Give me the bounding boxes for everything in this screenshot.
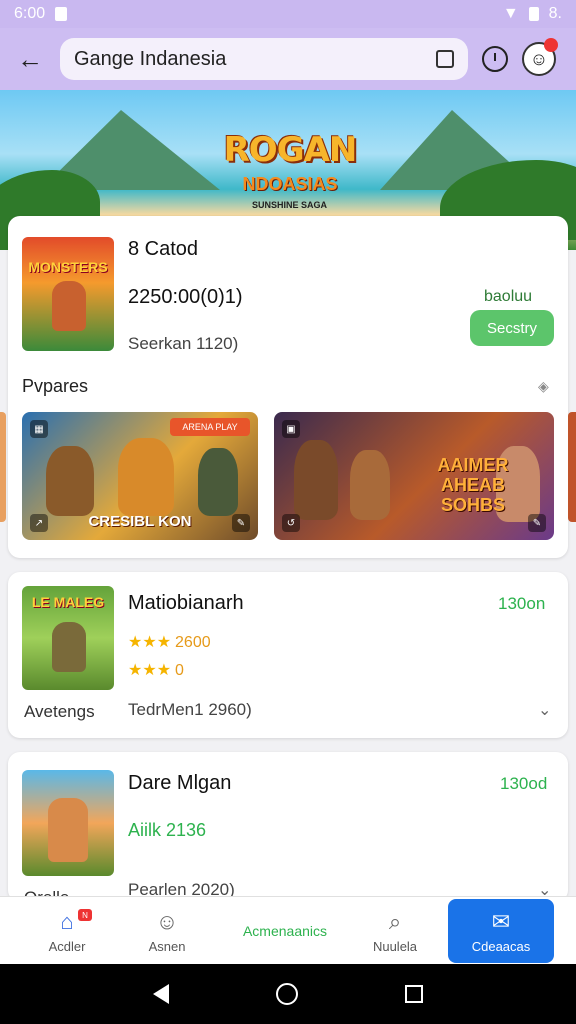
game-thumbnail[interactable] (22, 770, 114, 876)
nav-smiley[interactable]: ☺ Asnen (114, 897, 220, 965)
promo-banner[interactable]: ARENA PLAY ▦ ↗ ✎ CRESIBL KON (22, 412, 258, 540)
banner-title: AAIMER AHEAB SOHBS (437, 455, 509, 515)
back-arrow-icon[interactable]: ← (10, 39, 50, 79)
nav-home[interactable]: ⌂ Acdler (14, 897, 120, 965)
status-time: 6:00 (14, 5, 46, 22)
character-figure (118, 438, 174, 516)
battery-icon (528, 7, 539, 21)
status-bar: 6:00 ▼ 8. (0, 0, 576, 28)
rating-value: 0 (175, 662, 184, 679)
notification-icon (55, 7, 68, 21)
camera-icon[interactable]: ▣ (282, 420, 300, 438)
promo-banner[interactable]: ▣ ↺ ✎ AAIMER AHEAB SOHBS (274, 412, 554, 540)
banner-badge: ARENA PLAY (170, 418, 250, 436)
search-icon: ⌕ (388, 908, 402, 934)
rating-stars: ★★★ 2600 (128, 634, 211, 651)
nav-achievements[interactable]: Acmenaanics (226, 897, 344, 965)
character-figure (294, 440, 338, 520)
item-title: Dare Mlgan (128, 772, 232, 794)
hero-title: ROGAN (223, 130, 358, 170)
nav-inbox[interactable]: ✉ Cdeaacas (448, 899, 554, 963)
thumbnail-title: LE MALEG (31, 594, 105, 610)
search-field[interactable]: Gange Indanesia (60, 38, 468, 80)
home-icon: ⌂ (60, 908, 74, 934)
featured-card[interactable]: MONSTERS 8 Catod 2250:00(0)1) Seerkan 11… (8, 216, 568, 558)
game-thumbnail[interactable]: LE MALEG (22, 586, 114, 690)
box-icon[interactable] (436, 50, 454, 68)
section-label: Pvpares (22, 376, 89, 396)
carousel-edge (568, 412, 576, 522)
grid-icon[interactable]: ▦ (30, 420, 48, 438)
nav-label: Acdler (48, 938, 86, 954)
character-figure (52, 622, 86, 672)
search-query[interactable]: Gange Indanesia (74, 48, 436, 71)
thumbnail-title: MONSTERS (28, 259, 108, 275)
character-figure (52, 281, 86, 331)
banner-title: CRESIBL KON (88, 513, 192, 530)
rating-stars: ★★★ 0 (128, 662, 184, 679)
item-line: Aiilk 2136 (128, 820, 207, 840)
notification-dot (544, 38, 558, 52)
card-subtitle: Seerkan 1120) (128, 334, 239, 353)
hero-subtitle: NDOASIAS (242, 174, 338, 194)
hero-tag: SUNSHINE SAGA (252, 200, 328, 210)
chevron-down-icon[interactable]: ⌄ (538, 700, 551, 720)
avatar[interactable]: ☺ (522, 38, 558, 76)
wifi-icon: ▼ (502, 5, 519, 22)
nav-search[interactable]: ⌕ Nuulela (342, 897, 448, 965)
character-figure (46, 446, 94, 516)
battery-text: 8. (548, 5, 562, 22)
edit-icon[interactable]: ✎ (528, 514, 546, 532)
game-thumbnail[interactable]: MONSTERS (22, 237, 114, 351)
card-title: 8 Catod (128, 238, 199, 260)
recents-icon[interactable] (404, 985, 423, 1003)
character-figure (198, 448, 238, 516)
mail-icon: ✉ (491, 908, 511, 934)
replay-icon[interactable]: ↺ (282, 514, 300, 532)
nav-label: Acmenaanics (242, 923, 328, 939)
smiley-icon: ☺ (155, 908, 179, 934)
item-left-label: Avetengs (24, 702, 95, 721)
rating-value: 2600 (175, 634, 211, 651)
carousel-edge (0, 412, 6, 522)
list-item[interactable]: LE MALEG Matiobianarh 130on ★★★ 2600 ★★★ 0… (8, 572, 568, 738)
top-app-bar: ← Gange Indanesia ☺ (0, 28, 576, 90)
diamond-icon[interactable]: ◈ (538, 378, 549, 395)
clock-icon[interactable] (482, 46, 508, 72)
back-icon[interactable] (153, 984, 170, 1004)
home-circle-icon[interactable] (275, 983, 298, 1005)
item-price: 130on (498, 594, 546, 613)
nav-label: Asnen (148, 938, 186, 954)
card-price: 2250:00(0)1) (128, 286, 243, 308)
list-item[interactable]: Dare Mlgan 130od Aiilk 2136 Orelle Pearl… (8, 752, 568, 907)
nav-label: Cdeaacas (471, 938, 531, 954)
item-title: Matiobianarh (128, 592, 244, 614)
nav-label: Nuulela (372, 938, 418, 954)
item-subtitle: TedrMen1 2960) (128, 700, 252, 719)
character-figure (48, 798, 88, 862)
item-price: 130od (500, 774, 548, 793)
security-chip[interactable]: Secstry (470, 310, 554, 346)
bottom-navigation: ⌂ Acdler N ☺ Asnen Acmenaanics ⌕ Nuulela… (0, 896, 576, 964)
nav-badge: N (78, 909, 92, 921)
system-navigation-bar (0, 964, 576, 1024)
status-label: baoluu (484, 288, 533, 305)
character-figure (350, 450, 390, 520)
